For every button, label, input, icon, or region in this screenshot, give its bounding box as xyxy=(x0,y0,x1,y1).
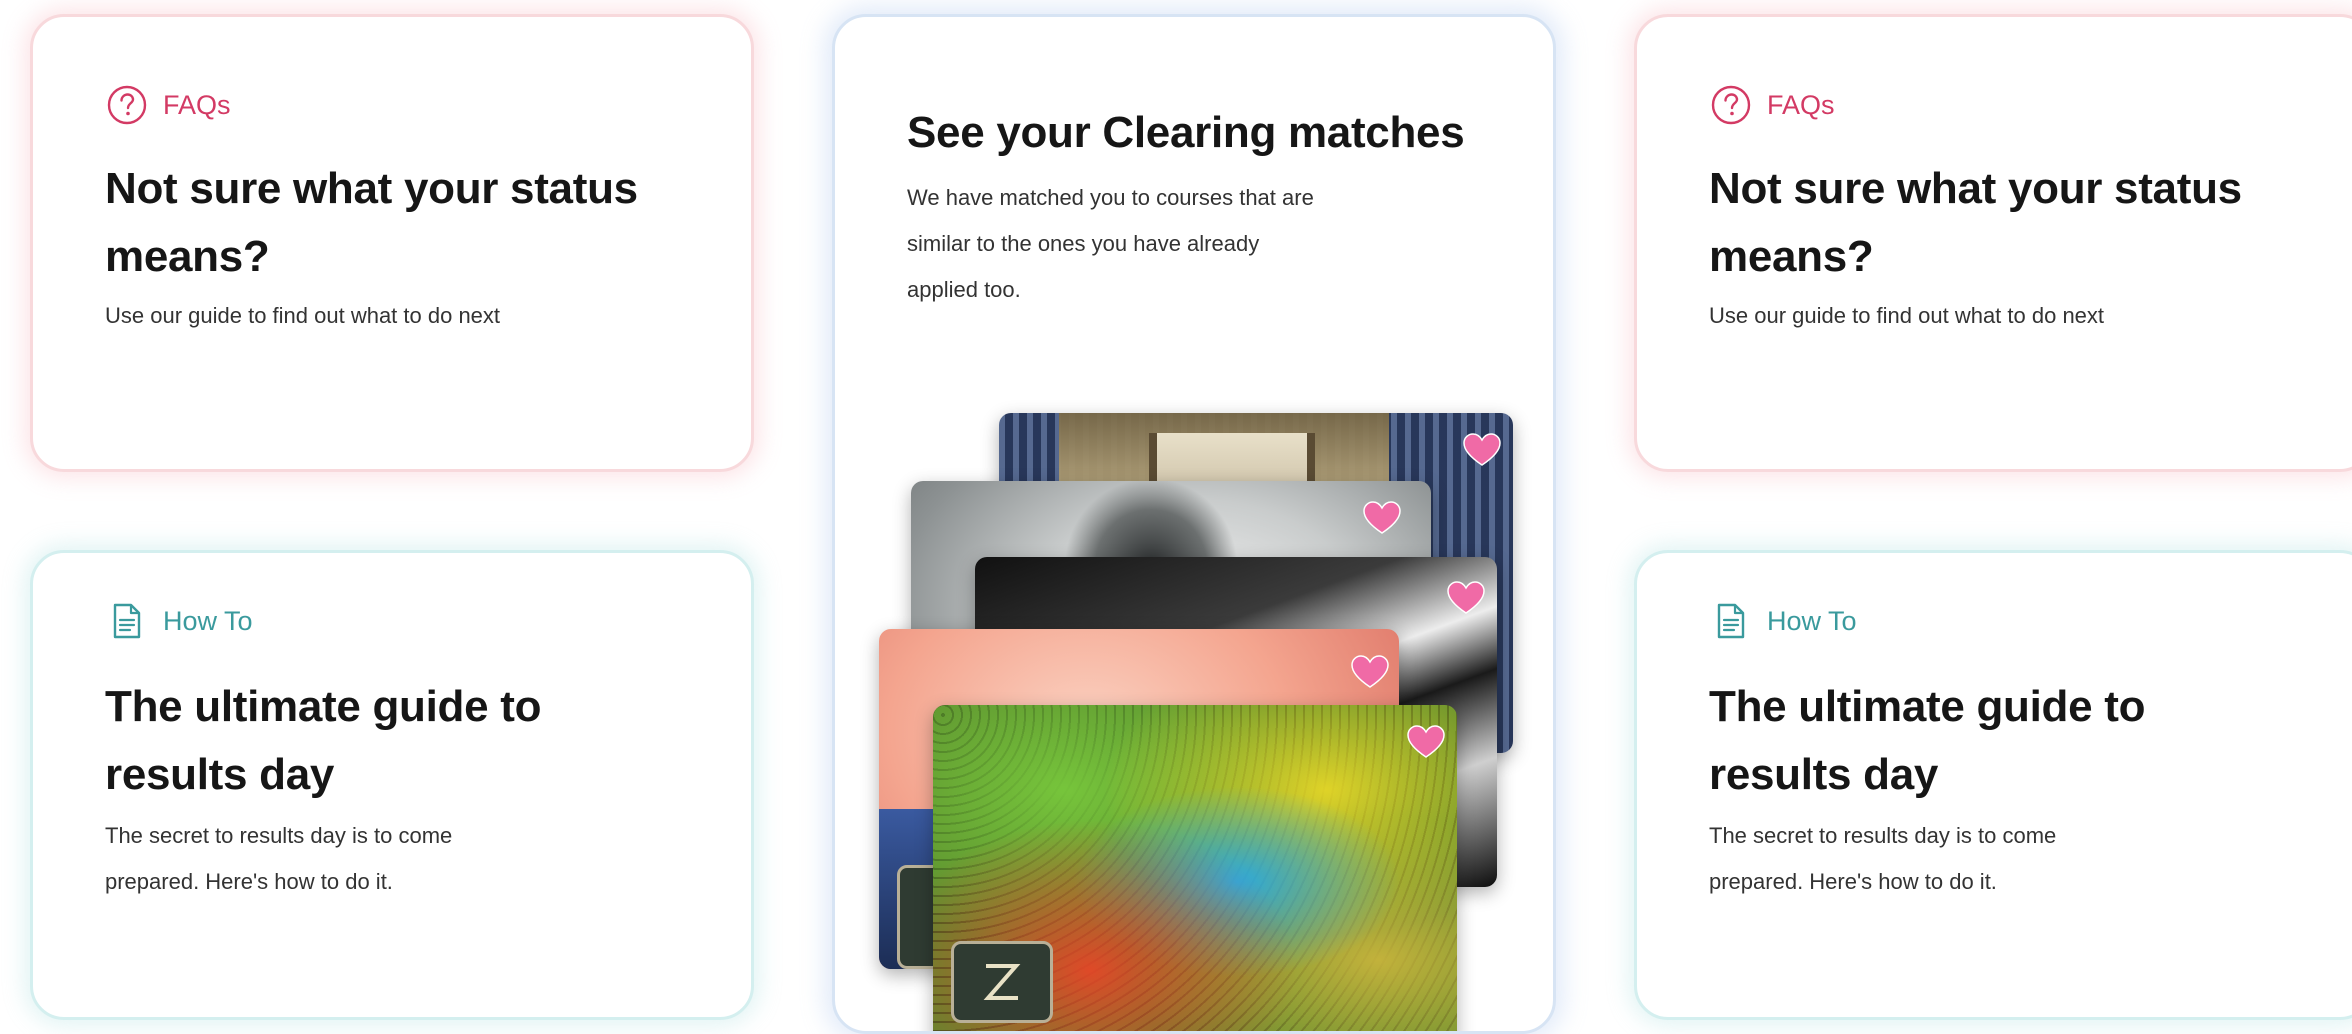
clearing-matches-card[interactable]: See your Clearing matches We have matche… xyxy=(832,14,1556,1034)
howto-tag: How To xyxy=(105,599,253,643)
course-photo-microscopy[interactable] xyxy=(933,705,1457,1031)
heart-icon[interactable] xyxy=(1351,655,1389,689)
clearing-description: We have matched you to courses that are … xyxy=(907,175,1314,313)
heart-icon[interactable] xyxy=(1407,725,1445,759)
card-description: Use our guide to find out what to do nex… xyxy=(105,303,501,328)
card-title-line: Not sure what your status xyxy=(105,164,638,213)
howto-tag-label: How To xyxy=(1767,605,1857,636)
card-title-line: Not sure what your status xyxy=(1709,164,2242,213)
card-title-line: results day xyxy=(105,750,335,799)
card-description: The secret to results day is to come pre… xyxy=(1709,813,2056,905)
card-title-line: The ultimate guide to xyxy=(1709,682,2146,731)
document-icon xyxy=(1709,599,1753,643)
card-description-line: The secret to results day is to come xyxy=(1709,823,2057,848)
card-description: Use our guide to find out what to do nex… xyxy=(1709,303,2105,328)
card-description-line: applied too. xyxy=(907,277,1021,302)
card-title: Not sure what your status means? xyxy=(105,155,638,291)
card-description-line: similar to the ones you have already xyxy=(907,231,1260,256)
heart-icon[interactable] xyxy=(1463,433,1501,467)
faq-tag: FAQs xyxy=(1709,83,1835,127)
clearing-title: See your Clearing matches xyxy=(907,108,1465,157)
document-icon xyxy=(105,599,149,643)
faq-tag-label: FAQs xyxy=(1767,89,1835,120)
question-circle-icon xyxy=(105,83,149,127)
course-provider-logo xyxy=(951,941,1053,1023)
howto-tag-label: How To xyxy=(163,605,253,636)
card-title-line: means? xyxy=(105,232,270,281)
card-title: The ultimate guide to results day xyxy=(105,673,541,809)
heart-icon[interactable] xyxy=(1447,581,1485,615)
faq-tag-label: FAQs xyxy=(163,89,231,120)
faq-card-left[interactable]: FAQs Not sure what your status means? Us… xyxy=(30,14,754,472)
card-description-line: The secret to results day is to come xyxy=(105,823,453,848)
card-description-line: We have matched you to courses that are xyxy=(907,185,1314,210)
card-description-line: prepared. Here's how to do it. xyxy=(1709,869,1997,894)
faq-tag: FAQs xyxy=(105,83,231,127)
howto-card-right[interactable]: How To The ultimate guide to results day… xyxy=(1634,550,2352,1020)
howto-tag: How To xyxy=(1709,599,1857,643)
card-description: The secret to results day is to come pre… xyxy=(105,813,452,905)
card-description-line: prepared. Here's how to do it. xyxy=(105,869,393,894)
card-title: Not sure what your status means? xyxy=(1709,155,2242,291)
card-title-line: The ultimate guide to xyxy=(105,682,542,731)
faq-card-right[interactable]: FAQs Not sure what your status means? Us… xyxy=(1634,14,2352,472)
card-title-line: results day xyxy=(1709,750,1939,799)
card-title-line: means? xyxy=(1709,232,1874,281)
heart-icon[interactable] xyxy=(1363,501,1401,535)
howto-card-left[interactable]: How To The ultimate guide to results day… xyxy=(30,550,754,1020)
card-title: The ultimate guide to results day xyxy=(1709,673,2145,809)
question-circle-icon xyxy=(1709,83,1753,127)
provider-logo-icon xyxy=(983,964,1021,1000)
